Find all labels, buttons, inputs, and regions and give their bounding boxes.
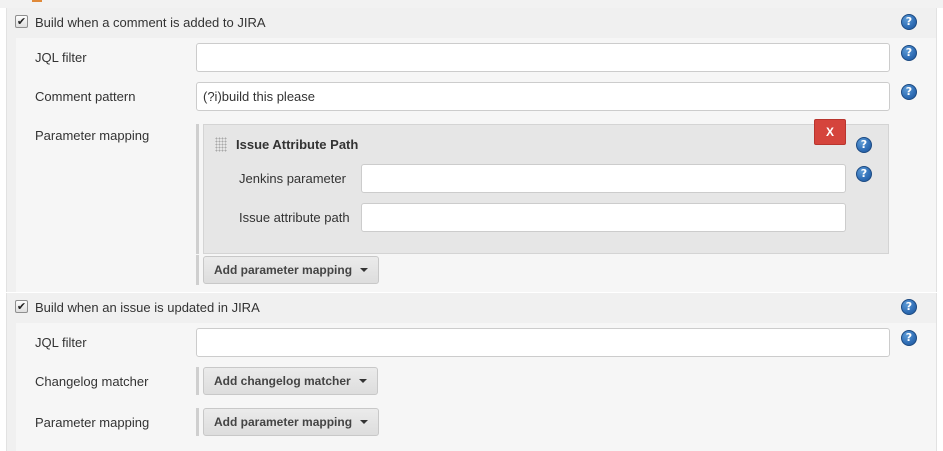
parameter-mapping-bracket — [196, 124, 199, 254]
add-mapping-bracket — [196, 255, 199, 285]
update-trigger-label: Build when an issue is updated in JIRA — [35, 300, 260, 315]
chevron-down-icon — [360, 420, 369, 424]
comment-trigger-help-icon[interactable]: ? — [901, 14, 917, 30]
comment-pattern-help-icon[interactable]: ? — [901, 84, 917, 100]
comment-pattern-label: Comment pattern — [35, 89, 136, 104]
add-parameter-mapping-label: Add parameter mapping — [214, 263, 353, 277]
issue-attribute-path-label: Issue attribute path — [239, 210, 350, 225]
add-parameter-mapping-button[interactable]: Add parameter mapping — [203, 256, 380, 284]
chunk-title: Issue Attribute Path — [236, 137, 359, 152]
issue-attribute-path-input[interactable] — [361, 203, 846, 232]
comment-pattern-input[interactable] — [196, 82, 890, 111]
jql-filter-input[interactable] — [196, 43, 890, 72]
previous-section-marker — [32, 0, 42, 2]
add-changelog-matcher-label: Add changelog matcher — [214, 374, 351, 388]
drag-handle-icon[interactable] — [215, 137, 227, 152]
comment-trigger-label: Build when a comment is added to JIRA — [35, 15, 266, 30]
add-parameter-mapping-2-button[interactable]: Add parameter mapping — [203, 408, 380, 436]
jql-filter-help-icon[interactable]: ? — [901, 45, 917, 61]
changelog-matcher-label: Changelog matcher — [35, 374, 149, 389]
chevron-down-icon — [360, 268, 369, 272]
chunk-help-icon[interactable]: ? — [856, 137, 872, 153]
comment-trigger-checkbox[interactable]: ✔ — [15, 15, 28, 28]
jenkins-parameter-label: Jenkins parameter — [239, 171, 346, 186]
update-trigger-checkbox[interactable]: ✔ — [15, 300, 28, 313]
jenkins-parameter-input[interactable] — [361, 164, 846, 193]
update-trigger-help-icon[interactable]: ? — [901, 299, 917, 315]
jql-filter-2-label: JQL filter — [35, 335, 87, 350]
previous-section-edge — [0, 0, 943, 8]
jenkins-parameter-help-icon[interactable]: ? — [856, 166, 872, 182]
delete-mapping-button[interactable]: X — [814, 119, 846, 145]
chevron-down-icon — [358, 379, 367, 383]
jql-filter-2-help-icon[interactable]: ? — [901, 330, 917, 346]
jql-filter-2-input[interactable] — [196, 328, 890, 357]
jql-filter-label: JQL filter — [35, 50, 87, 65]
parameter-mapping-2-label: Parameter mapping — [35, 415, 150, 430]
changelog-matcher-bracket — [196, 367, 199, 395]
add-changelog-matcher-button[interactable]: Add changelog matcher — [203, 367, 378, 395]
parameter-mapping-label: Parameter mapping — [35, 128, 150, 143]
add-parameter-mapping-2-label: Add parameter mapping — [214, 415, 353, 429]
parameter-mapping-2-bracket — [196, 408, 199, 436]
